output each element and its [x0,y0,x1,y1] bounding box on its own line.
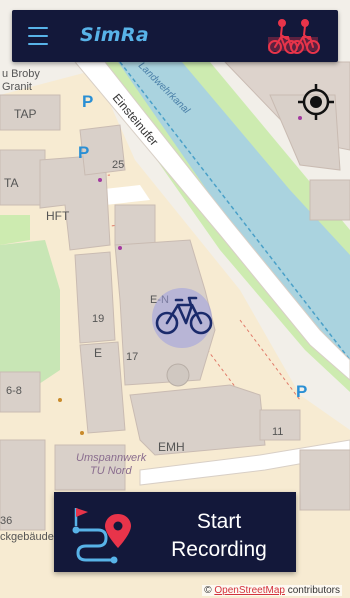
map-label-19: 19 [92,313,104,325]
app-bar: SimRa [12,10,338,62]
poi-dot [118,246,122,250]
start-recording-line2: Recording [171,538,267,561]
map-label-ta: TA [4,176,18,190]
poi-dot [80,431,84,435]
hamburger-menu-icon[interactable] [28,27,48,45]
start-recording-label: Start Recording [146,508,292,564]
map-label-tap: TAP [14,107,36,121]
map-label-tu-nord: TU Nord [90,465,132,477]
start-recording-line1: Start [196,510,242,533]
parking-label: P [82,92,93,111]
park-area [0,240,60,390]
parking-label: P [78,143,89,162]
building-19 [74,251,116,344]
openstreetmap-link[interactable]: OpenStreetMap [214,585,285,596]
map-label-granit: Granit [2,81,32,93]
building-se [299,449,350,511]
building-ne-3 [309,179,350,221]
attribution-prefix: © [204,585,212,596]
park-area-2 [0,215,30,245]
parking-label: P [296,382,307,401]
building-emh [129,384,266,456]
round-structure [166,363,190,387]
map-label-hft: HFT [46,209,70,223]
route-flag-pin-icon [72,508,131,564]
crosshair-locate-icon[interactable] [296,82,336,122]
map-label-broby: u Broby [2,68,40,80]
map-label-17: 17 [126,351,138,363]
map-label-gebaeude: ckgebäude [0,531,54,543]
attribution-suffix: contributors [287,585,340,596]
position-accuracy-circle [152,288,212,348]
app-title: SimRa [80,24,149,46]
poi-dot [58,398,62,402]
map-label-25: 25 [112,159,124,171]
map-label-umspannwerk: Umspannwerk [76,452,147,464]
map-label-e: E [94,346,102,360]
map-label-11: 11 [272,426,283,438]
map-attribution: © OpenStreetMap contributors [202,585,342,596]
map-label-emh: EMH [158,440,185,454]
map-label-6-8: 6-8 [6,385,22,397]
building-e [79,341,126,434]
building-small-1 [114,204,156,246]
map-label-36: 36 [0,515,12,527]
start-recording-button[interactable]: Start Recording [54,492,296,572]
poi-dot [98,178,102,182]
cyclists-logo-icon [268,19,320,54]
